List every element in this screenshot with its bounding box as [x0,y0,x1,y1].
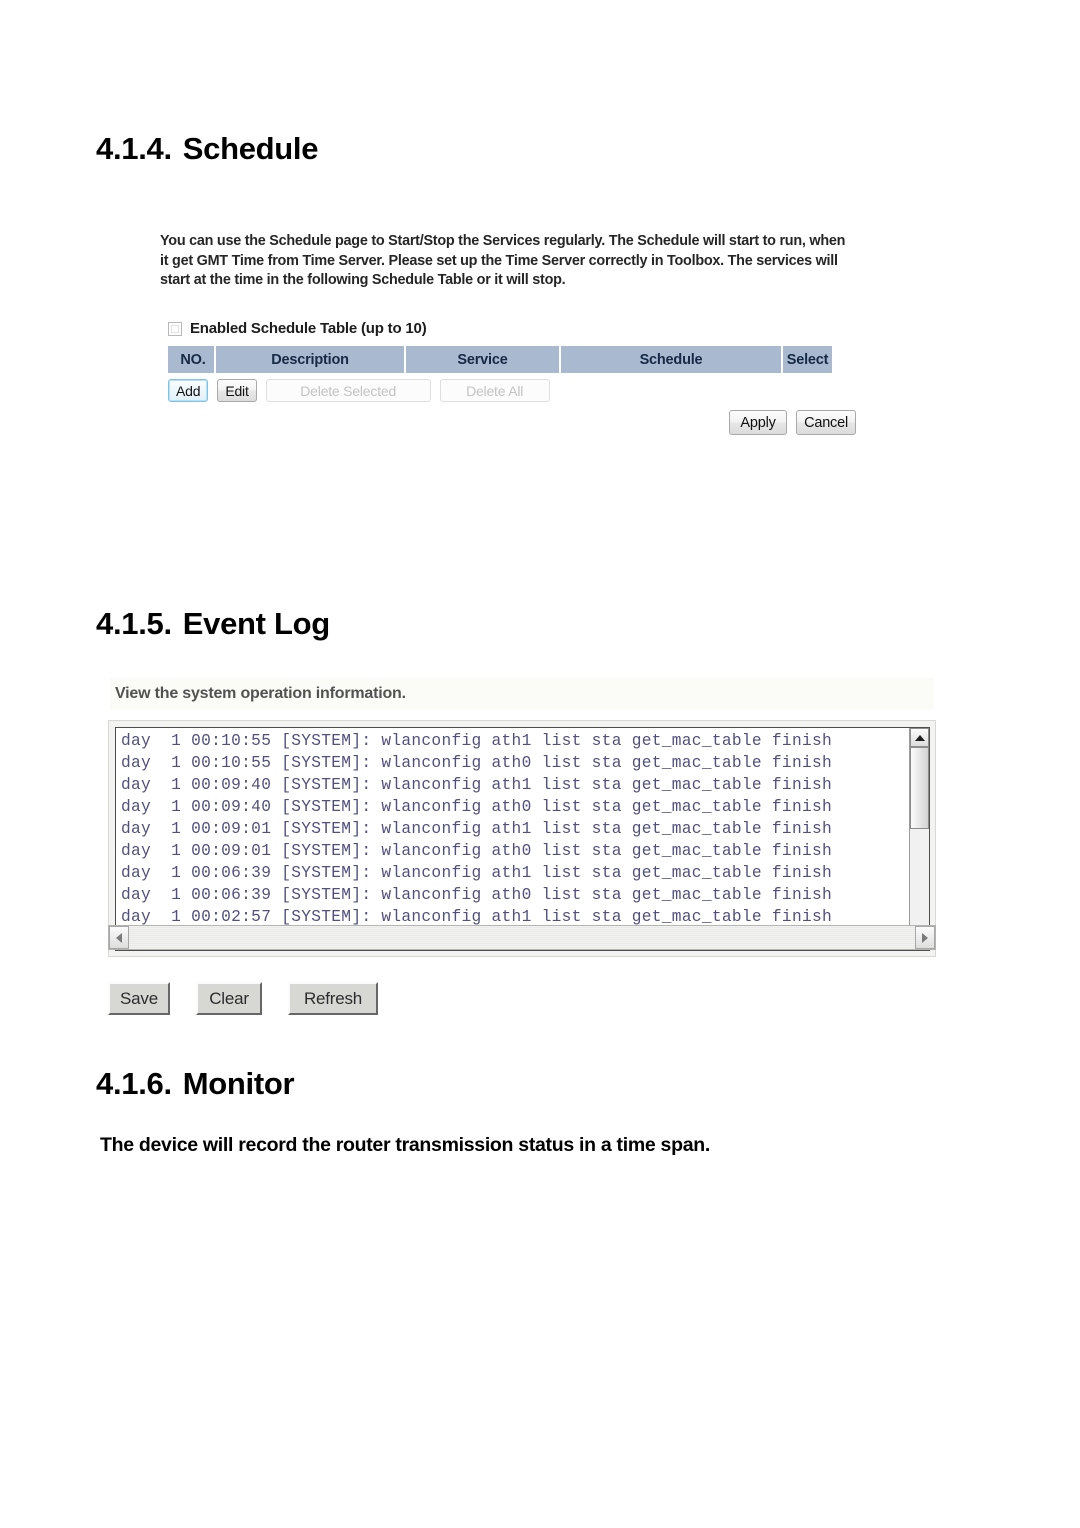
log-line: day 1 00:09:40 [SYSTEM]: wlanconfig ath0… [121,798,832,816]
schedule-description: You can use the Schedule page to Start/S… [160,233,846,288]
cancel-button[interactable]: Cancel [796,410,856,435]
log-line: day 1 00:06:39 [SYSTEM]: wlanconfig ath1… [121,864,832,882]
log-line: day 1 00:09:01 [SYSTEM]: wlanconfig ath1… [121,820,832,838]
section-number: 4.1.5. [96,606,172,641]
clear-button[interactable]: Clear [196,982,262,1015]
apply-button[interactable]: Apply [729,410,788,435]
column-header-description: Description [216,346,406,373]
enabled-schedule-table-checkbox[interactable] [168,321,182,336]
log-line: day 1 00:09:01 [SYSTEM]: wlanconfig ath0… [121,842,832,860]
column-header-no: NO. [168,346,216,373]
section-title: Event Log [182,606,330,641]
refresh-button[interactable]: Refresh [288,982,378,1015]
vertical-scroll-track[interactable] [910,747,929,931]
column-header-schedule: Schedule [561,346,783,373]
schedule-screenshot: You can use the Schedule page to Start/S… [160,232,860,447]
chevron-up-icon [914,734,925,741]
scroll-right-button[interactable] [915,926,935,949]
column-header-service: Service [406,346,561,373]
section-title: Schedule [182,131,319,166]
column-header-select: Select [783,346,832,373]
section-title: Monitor [182,1066,295,1101]
section-heading-event-log: 4.1.5. Event Log [96,606,330,642]
event-log-buttons: Save Clear Refresh [108,982,378,1015]
scroll-up-button[interactable] [910,728,929,747]
section-number: 4.1.4. [96,131,172,166]
section-number: 4.1.6. [96,1066,172,1101]
event-log-description: View the system operation information. [115,685,406,702]
scroll-left-button[interactable] [109,926,129,949]
schedule-action-buttons: Add Edit Delete Selected Delete All [168,379,550,402]
log-line: day 1 00:06:39 [SYSTEM]: wlanconfig ath0… [121,886,832,904]
delete-selected-button[interactable]: Delete Selected [265,379,431,402]
section-heading-monitor: 4.1.6. Monitor [96,1066,295,1102]
chevron-left-icon [116,932,122,943]
vertical-scroll-thumb[interactable] [910,747,929,829]
event-log-panel: day 1 00:10:55 [SYSTEM]: wlanconfig ath1… [108,720,936,957]
log-line: day 1 00:10:55 [SYSTEM]: wlanconfig ath1… [121,732,832,750]
delete-all-button[interactable]: Delete All [439,379,550,402]
section-heading-schedule: 4.1.4. Schedule [96,131,318,167]
horizontal-scroll-track[interactable] [129,926,915,949]
document-page: 4.1.4. Schedule You can use the Schedule … [0,0,1080,1528]
log-line: day 1 00:10:55 [SYSTEM]: wlanconfig ath0… [121,754,832,772]
edit-button[interactable]: Edit [217,379,257,402]
schedule-table: NO. Description Service Schedule Select [168,346,832,373]
event-log-horizontal-scrollbar[interactable] [108,925,936,950]
event-log-vertical-scrollbar[interactable] [909,728,929,950]
event-log-textarea[interactable]: day 1 00:10:55 [SYSTEM]: wlanconfig ath1… [115,727,930,951]
monitor-description: The device will record the router transm… [100,1134,710,1156]
chevron-right-icon [922,932,928,943]
add-button[interactable]: Add [168,379,209,402]
save-button[interactable]: Save [108,982,170,1015]
log-line: day 1 00:09:40 [SYSTEM]: wlanconfig ath1… [121,776,832,794]
enabled-schedule-table-label: Enabled Schedule Table (up to 10) [190,320,427,337]
event-log-description-bar: View the system operation information. [110,678,934,710]
schedule-form-buttons: Apply Cancel [729,410,856,435]
enabled-schedule-table-row: Enabled Schedule Table (up to 10) [168,320,427,337]
event-log-lines: day 1 00:10:55 [SYSTEM]: wlanconfig ath1… [116,728,909,950]
